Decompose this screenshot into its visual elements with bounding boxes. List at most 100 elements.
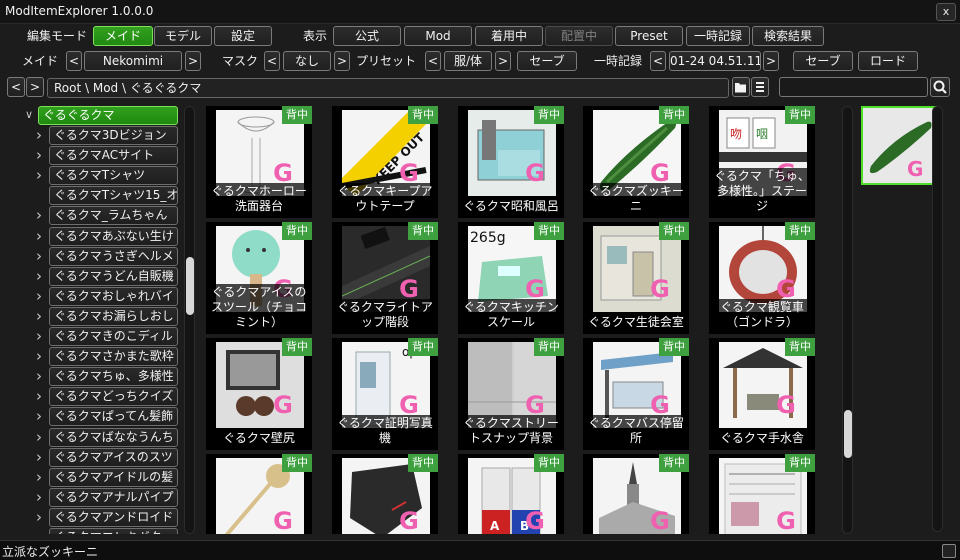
chevron-right-icon[interactable]: › [33,387,45,405]
mode-maid-button[interactable]: メイド [93,26,153,46]
item-tile[interactable]: G 背中 [583,454,689,534]
tree-item-label[interactable]: ぐるクマアイスのスツ [49,447,178,467]
chevron-right-icon[interactable]: › [33,146,45,164]
item-tile[interactable]: G 背中 ぐるクマバス停留所 [583,338,689,450]
maid-prev-button[interactable]: < [66,51,82,71]
filter-official-button[interactable]: 公式 [333,26,401,46]
tree-item[interactable]: › ぐるクマさかまた歌枠 [6,347,182,367]
item-tile[interactable]: G 背中 [332,454,438,534]
search-input[interactable] [779,77,928,97]
tree-item[interactable]: › ぐるクマお漏らしおし [6,306,182,327]
tree-item[interactable]: › ぐるクマTシャツ [6,166,182,186]
preset-select[interactable]: 服/体 [444,51,492,71]
tree-root-label[interactable]: ぐるぐるクマ [38,106,178,125]
item-tile[interactable]: G 背中 [206,454,312,534]
tree-item[interactable]: › ぐるクマエレキギター [6,528,182,534]
tree-item[interactable]: › ぐるクマアナルパイプ [6,487,182,508]
folder-button[interactable] [732,77,750,97]
item-tile[interactable]: G 背中 ぐるクマ手水舎 [709,338,815,450]
preset-prev-button[interactable]: < [425,51,441,71]
tree-item[interactable]: › ぐるクマばななうんち [6,427,182,448]
maid-select[interactable]: Nekomimi [84,51,182,71]
tree-item[interactable]: › ぐるクマおしゃれバイ [6,286,182,307]
temp-next-button[interactable]: > [763,51,779,71]
preset-next-button[interactable]: > [495,51,511,71]
chevron-right-icon[interactable]: › [33,247,45,265]
selected-item-preview[interactable]: G [861,106,938,185]
tree-item-label[interactable]: ぐるクマきのこディル [49,327,178,346]
tree-item-label[interactable]: ぐるクマうどん自販機 [49,266,178,286]
tree-item-label[interactable]: ぐるクマおしゃれバイ [49,286,178,306]
tree-item-label[interactable]: ぐるクマアンドロイド [49,507,178,527]
mode-settings-button[interactable]: 設定 [214,26,272,46]
grid-scrollbar-thumb[interactable] [844,410,852,458]
chevron-down-icon[interactable]: ∨ [23,106,35,124]
item-tile[interactable]: 吻咽G背中ぐるクマ「ちゅ、多様性。」ステージ [709,106,815,218]
filter-search-results-button[interactable]: 検索結果 [752,26,824,46]
item-tile[interactable]: G 背中 ぐるクマライトアップ階段 [332,222,438,334]
chevron-right-icon[interactable]: › [33,227,45,245]
tree-item-label[interactable]: ぐるクマうさぎヘルメ [49,246,178,266]
filter-temp-button[interactable]: 一時記録 [686,26,750,46]
tree-item[interactable]: › ぐるクマどっちクイズ [6,387,182,407]
tree-item[interactable]: ぐるクマTシャツ15_オ [6,186,182,206]
chevron-right-icon[interactable]: › [33,367,45,385]
tree-item[interactable]: › ぐるクマ3Dビジョン [6,126,182,146]
tree-item[interactable]: › ぐるクマぱってん髪飾 [6,407,182,427]
chevron-right-icon[interactable]: › [33,327,45,345]
tree-item-label[interactable]: ぐるクマちゅ、多様性 [49,367,178,387]
item-tile[interactable]: 265g G 背中 ぐるクマキッチンスケール [458,222,564,334]
tree-item[interactable]: › ぐるクマACサイト [6,146,182,166]
tree-item[interactable]: › ぐるクマうどん自販機 [6,266,182,287]
forward-button[interactable]: > [26,77,44,97]
item-tile[interactable]: A B G 背中 [458,454,564,534]
item-tile[interactable]: G 背中 ぐるクマ生徒会室 [583,222,689,334]
tree-item[interactable]: › ぐるクマアイスのスツ [6,447,182,468]
preset-save-button[interactable]: セーブ [517,51,577,71]
tree-item[interactable]: › ぐるクマアンドロイド [6,507,182,528]
item-tile[interactable]: G 背中 ぐるクマストリートスナップ背景 [458,338,564,450]
close-button[interactable]: x [936,3,956,21]
temp-prev-button[interactable]: < [650,51,666,71]
tree-scrollbar-thumb[interactable] [186,257,194,315]
chevron-right-icon[interactable]: › [33,528,45,534]
chevron-right-icon[interactable]: › [33,267,45,285]
maid-next-button[interactable]: > [185,51,201,71]
filter-wearing-button[interactable]: 着用中 [475,26,543,46]
tree-item-label[interactable]: ぐるクマさかまた歌枠 [49,347,178,367]
tree-item-label[interactable]: ぐるクマばななうんち [49,427,178,447]
tree-item-label[interactable]: ぐるクマ_ラムちゃん [49,206,178,226]
mode-model-button[interactable]: モデル [154,26,212,46]
chevron-right-icon[interactable]: › [33,347,45,365]
filter-preset-button[interactable]: Preset [615,26,683,46]
mask-select[interactable]: なし [283,51,331,71]
item-tile[interactable]: G 背中 ぐるクマホーロー洗面器台 [206,106,312,218]
chevron-right-icon[interactable]: › [33,448,45,466]
temp-record-select[interactable]: 01-24 04.51.11 [669,51,761,71]
item-tile[interactable]: G背中ぐるクマアイスのスツール（チョコミント） [206,222,312,334]
preview-scrollbar[interactable] [932,106,943,532]
tree-item[interactable]: › ぐるクマ_ラムちゃん [6,206,182,226]
mask-prev-button[interactable]: < [264,51,280,71]
chevron-right-icon[interactable]: › [33,508,45,526]
tree-item[interactable]: › ぐるクマアイドルの髪 [6,467,182,488]
resize-handle[interactable] [942,544,956,558]
tree-item[interactable]: › ぐるクマきのこディル [6,327,182,347]
item-tile[interactable]: KEEP OUT G 背中 ぐるクマキープアウトテープ [332,106,438,218]
tree-item-label[interactable]: ぐるクマTシャツ15_オ [49,186,178,206]
tree-item-label[interactable]: ぐるクマアイドルの髪 [49,467,178,487]
chevron-right-icon[interactable]: › [33,166,45,184]
list-view-button[interactable] [751,77,769,97]
chevron-right-icon[interactable]: › [33,468,45,486]
item-tile[interactable]: G 背中 [709,454,815,534]
filter-placed-button[interactable]: 配置中 [545,26,613,46]
temp-load-button[interactable]: ロード [858,51,918,71]
tree-item[interactable]: › ぐるクマちゅ、多様性 [6,367,182,387]
chevron-right-icon[interactable]: › [33,307,45,325]
chevron-right-icon[interactable]: › [33,206,45,224]
tree-item[interactable]: › ぐるクマあぶない生け [6,226,182,247]
tree-item[interactable]: › ぐるクマうさぎヘルメ [6,246,182,267]
mask-next-button[interactable]: > [334,51,350,71]
item-tile[interactable]: G 背中 ぐるクマ観覧車（ゴンドラ） [709,222,815,334]
tree-item-label[interactable]: ぐるクマACサイト [49,146,178,166]
